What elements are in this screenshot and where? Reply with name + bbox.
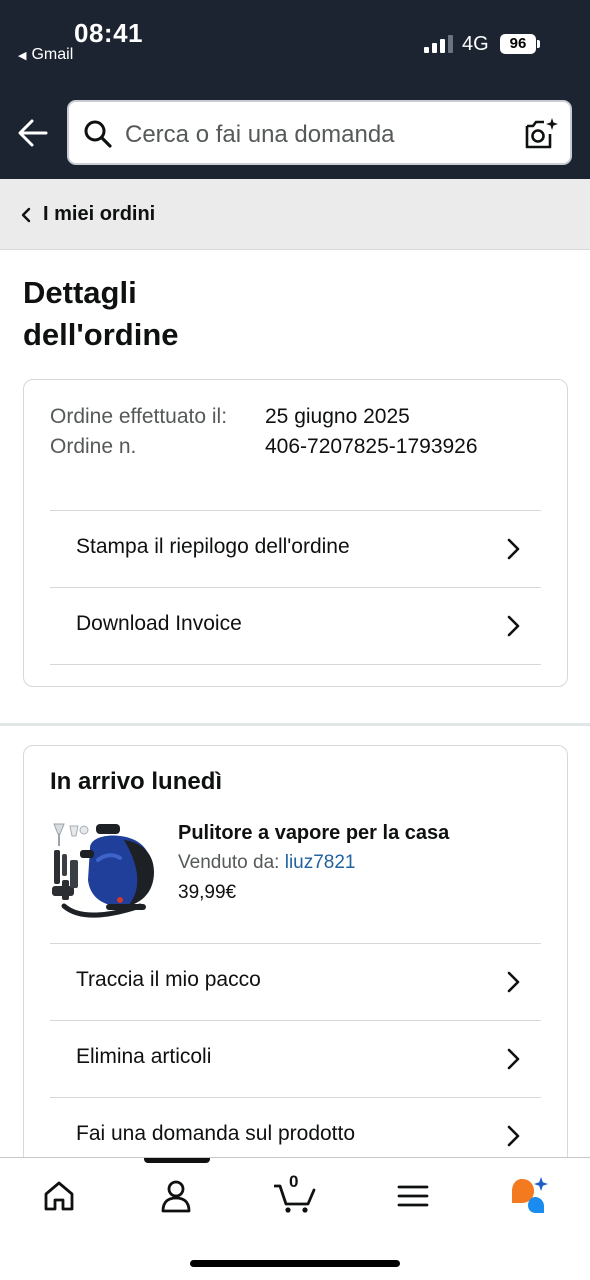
order-summary-card: Ordine effettuato il: Ordine n. 25 giugn… <box>23 379 568 687</box>
network-label: 4G <box>462 33 489 55</box>
chevron-left-icon <box>21 207 31 223</box>
track-package-label: Traccia il mio pacco <box>76 968 261 991</box>
breadcrumb[interactable]: I miei ordini <box>0 179 590 250</box>
menu-icon[interactable] <box>395 1178 431 1214</box>
battery-level: 96 <box>509 35 527 52</box>
breadcrumb-label: I miei ordini <box>43 203 156 225</box>
active-tab-indicator <box>144 1158 210 1163</box>
app-header: 08:41 ◀ Gmail 4G 96 Cerca o fai una doman… <box>0 0 590 179</box>
page-title: Dettagli dell'ordine <box>23 272 323 356</box>
shipment-card: In arrivo lunedì Pulitore a vapore per l… <box>23 745 568 1185</box>
home-indicator <box>190 1260 400 1267</box>
product-name[interactable]: Pulitore a vapore per la casa <box>178 822 449 845</box>
chevron-right-icon <box>507 971 520 993</box>
track-package-row[interactable]: Traccia il mio pacco <box>50 943 541 1020</box>
order-info-labels: Ordine effettuato il: Ordine n. <box>50 402 240 462</box>
chevron-right-icon <box>507 615 520 637</box>
download-invoice-label: Download Invoice <box>76 612 242 635</box>
rufus-icon[interactable] <box>508 1175 550 1215</box>
status-time: 08:41 <box>74 18 143 48</box>
order-date-value: 25 giugno 2025 <box>265 405 410 428</box>
ask-question-label: Fai una domanda sul prodotto <box>76 1122 356 1145</box>
chevron-right-icon <box>507 1048 520 1070</box>
order-number-label: Ordine n. <box>50 435 137 458</box>
delete-items-label: Elimina articoli <box>76 1045 212 1068</box>
search-icon <box>84 120 112 148</box>
account-icon[interactable] <box>158 1178 194 1214</box>
sold-by-label: Venduto da: <box>178 852 280 873</box>
download-invoice-row[interactable]: Download Invoice <box>50 587 541 664</box>
battery-icon: 96 <box>500 34 540 54</box>
order-date-label: Ordine effettuato il: <box>50 405 228 428</box>
home-icon[interactable] <box>41 1178 77 1214</box>
signal-icon <box>424 35 454 53</box>
print-summary-row[interactable]: Stampa il riepilogo dell'ordine <box>50 510 541 587</box>
back-arrow-icon[interactable] <box>16 116 50 150</box>
cart-count: 0 <box>289 1172 299 1191</box>
section-divider <box>0 723 590 726</box>
product-image[interactable] <box>50 820 158 924</box>
search-input[interactable]: Cerca o fai una domanda <box>125 121 395 149</box>
order-info-values: 25 giugno 2025 406-7207825-1793926 <box>265 402 478 462</box>
chevron-right-icon <box>507 538 520 560</box>
print-summary-label: Stampa il riepilogo dell'ordine <box>76 535 350 558</box>
order-number-value: 406-7207825-1793926 <box>265 435 478 458</box>
product-price: 39,99€ <box>178 882 237 903</box>
back-app-label: Gmail <box>31 46 74 63</box>
back-triangle-icon: ◀ <box>18 50 27 62</box>
delivery-heading: In arrivo lunedì <box>50 768 223 795</box>
delete-items-row[interactable]: Elimina articoli <box>50 1020 541 1097</box>
back-to-gmail-link[interactable]: ◀ Gmail <box>18 46 73 64</box>
bottom-nav: 0 <box>0 1157 590 1280</box>
chevron-right-icon <box>507 1125 520 1147</box>
seller-link[interactable]: liuz7821 <box>285 852 356 873</box>
seller-info: Venduto da: liuz7821 <box>178 852 356 874</box>
divider <box>50 664 541 665</box>
page-title-line1: Dettagli <box>23 275 137 310</box>
page-title-line2: dell'ordine <box>23 317 179 352</box>
search-bar[interactable]: Cerca o fai una domanda <box>67 100 572 165</box>
camera-search-icon[interactable] <box>523 116 559 152</box>
